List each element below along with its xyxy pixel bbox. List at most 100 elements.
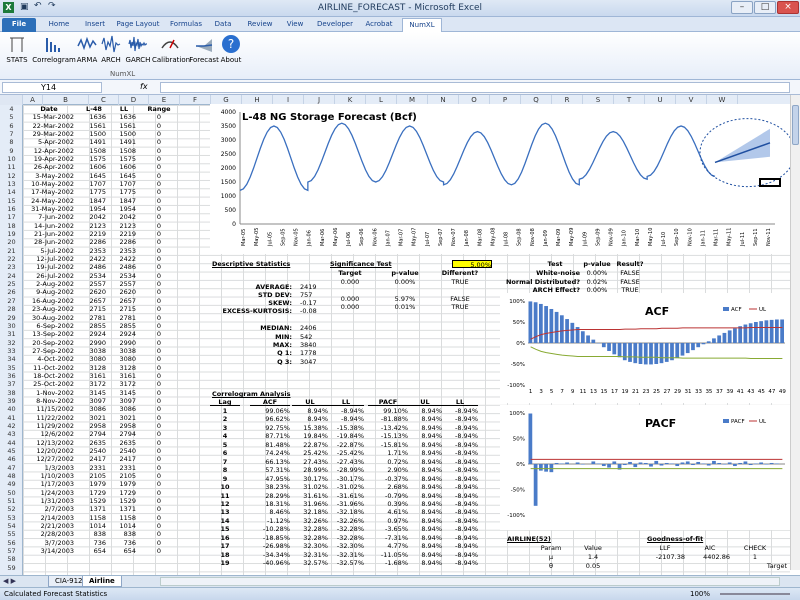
formula-input[interactable] (160, 82, 790, 93)
minimize-button[interactable]: – (731, 1, 753, 14)
fx-icon[interactable]: fx (140, 82, 148, 91)
sheet-tab-airline[interactable]: Airline (82, 576, 122, 587)
garch-button[interactable]: GARCH (124, 34, 152, 70)
row-header[interactable]: 44 (0, 439, 23, 447)
row-header[interactable]: 59 (0, 564, 23, 572)
row-header[interactable]: 55 (0, 530, 23, 538)
tab-page-layout[interactable]: Page Layout (112, 18, 164, 32)
close-button[interactable]: × (777, 1, 799, 14)
calibration-button[interactable]: Calibration (152, 34, 190, 70)
row-header[interactable]: 36 (0, 372, 23, 380)
row-header[interactable]: 23 (0, 263, 23, 271)
row-header[interactable]: 29 (0, 314, 23, 322)
tab-developer[interactable]: Developer (312, 18, 358, 32)
row-header[interactable]: 27 (0, 297, 23, 305)
row-header[interactable]: 42 (0, 422, 23, 430)
tab-view[interactable]: View (280, 18, 310, 32)
about-button[interactable]: ? About (219, 34, 243, 70)
horizontal-scrollbar[interactable] (160, 577, 780, 586)
row-header[interactable]: 51 (0, 497, 23, 505)
row-header[interactable]: 58 (0, 555, 23, 563)
forecast-button[interactable]: Forecast (189, 34, 219, 70)
row-header[interactable]: 31 (0, 330, 23, 338)
row-header[interactable]: 8 (0, 138, 23, 146)
tab-insert[interactable]: Insert (78, 18, 112, 32)
row-header[interactable]: 15 (0, 197, 23, 205)
tab-file[interactable]: File (2, 18, 36, 32)
zoom-slider[interactable] (720, 593, 790, 595)
row-header[interactable]: 53 (0, 514, 23, 522)
row-header[interactable]: 40 (0, 405, 23, 413)
acf-chart[interactable]: 100% 50% 0% -50% -100% ACF ACF UL 1 3 5 7 9 11 13 15 17 1… (500, 293, 790, 403)
forecast-chart[interactable]: 0 500 1000 1500 2000 2500 3000 3500 4000 L-48 NG … (210, 104, 796, 254)
tab-review[interactable]: Review (242, 18, 278, 32)
tab-numxl[interactable]: NumXL (402, 18, 442, 32)
row-header[interactable]: 38 (0, 389, 23, 397)
maximize-button[interactable]: □ (754, 1, 776, 14)
row-header[interactable]: 26 (0, 288, 23, 296)
row-header[interactable]: 10 (0, 155, 23, 163)
row-header[interactable]: 57 (0, 547, 23, 555)
row-header[interactable]: 24 (0, 272, 23, 280)
row-header[interactable]: 34 (0, 355, 23, 363)
row-header[interactable]: 56 (0, 539, 23, 547)
row-header[interactable]: 14 (0, 188, 23, 196)
column-header-c[interactable]: C (89, 95, 119, 105)
sheet-nav-icon[interactable]: ◀ ▶ (3, 577, 16, 585)
row-header[interactable]: 9 (0, 147, 23, 155)
row-header[interactable]: 39 (0, 397, 23, 405)
arch-button[interactable]: ARCH (99, 34, 123, 70)
row-header[interactable]: 19 (0, 230, 23, 238)
row-header[interactable]: 12 (0, 172, 23, 180)
row-header[interactable]: 22 (0, 255, 23, 263)
row-header[interactable]: 50 (0, 489, 23, 497)
row-header[interactable]: 18 (0, 222, 23, 230)
correlogram-button[interactable]: Correlogram (32, 34, 76, 70)
row-header[interactable]: 4 (0, 105, 23, 113)
row-header[interactable]: 52 (0, 505, 23, 513)
sig-level[interactable]: 5.00% (452, 260, 492, 269)
row-header[interactable]: 30 (0, 322, 23, 330)
tab-home[interactable]: Home (40, 18, 78, 32)
row-header[interactable]: 54 (0, 522, 23, 530)
row-header[interactable]: 5 (0, 113, 23, 121)
scroll-thumb[interactable] (792, 105, 799, 145)
arma-button[interactable]: ARMA (76, 34, 98, 70)
select-all-button[interactable] (0, 95, 23, 105)
row-header[interactable]: 16 (0, 205, 23, 213)
row-header[interactable]: 13 (0, 180, 23, 188)
row-header[interactable]: 49 (0, 480, 23, 488)
row-header[interactable]: 33 (0, 347, 23, 355)
row-header[interactable]: 43 (0, 430, 23, 438)
row-header[interactable]: 47 (0, 464, 23, 472)
row-header[interactable]: 7 (0, 130, 23, 138)
vertical-scrollbar[interactable] (790, 95, 800, 570)
column-header-f[interactable]: F (180, 95, 211, 105)
row-header[interactable]: 6 (0, 122, 23, 130)
row-header[interactable]: 48 (0, 472, 23, 480)
row-header[interactable]: 45 (0, 447, 23, 455)
stats-button[interactable]: STATS (2, 34, 32, 70)
tab-data[interactable]: Data (208, 18, 238, 32)
row-header[interactable]: 37 (0, 380, 23, 388)
column-header-d[interactable]: D (119, 95, 149, 105)
row-header[interactable]: 25 (0, 280, 23, 288)
row-header[interactable]: 32 (0, 339, 23, 347)
tab-acrobat[interactable]: Acrobat (360, 18, 398, 32)
name-box[interactable]: Y14 (2, 82, 102, 93)
tab-formulas[interactable]: Formulas (166, 18, 206, 32)
row-header[interactable]: 11 (0, 163, 23, 171)
row-header[interactable]: 46 (0, 455, 23, 463)
row-header[interactable]: 28 (0, 305, 23, 313)
active-cell[interactable] (759, 178, 781, 187)
row-header[interactable]: 41 (0, 414, 23, 422)
column-header-e[interactable]: E (149, 95, 180, 105)
corr-cell: 8.94% (421, 449, 442, 458)
row-header[interactable]: 20 (0, 238, 23, 246)
pacf-chart[interactable]: 100% 50% 0% -50% -100% PACF PACF UL (500, 405, 790, 530)
row-header[interactable]: 21 (0, 247, 23, 255)
row-header[interactable]: 17 (0, 213, 23, 221)
column-header-a[interactable]: A (23, 95, 43, 105)
row-header[interactable]: 35 (0, 364, 23, 372)
column-header-b[interactable]: B (43, 95, 89, 105)
